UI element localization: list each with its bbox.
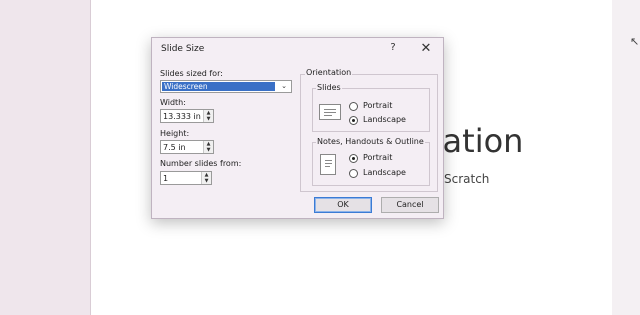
- chevron-down-icon[interactable]: ⌄: [277, 81, 291, 92]
- height-spinner[interactable]: 7.5 in ▲ ▼: [160, 140, 214, 154]
- slide-thumbnail-pane[interactable]: [0, 0, 91, 315]
- powerpoint-window: ↖ tation Scratch Slide Size ? ✕ Slides s…: [0, 0, 640, 315]
- number-slides-from-value: 1: [163, 174, 169, 183]
- slides-landscape-radio[interactable]: [349, 116, 358, 125]
- height-label: Height:: [160, 129, 190, 138]
- width-value: 13.333 in: [163, 112, 201, 121]
- slide-subtitle-text[interactable]: Scratch: [444, 172, 489, 186]
- slide-size-dialog: Slide Size ? ✕ Slides sized for: Widescr…: [151, 37, 444, 219]
- width-spinner[interactable]: 13.333 in ▲ ▼: [160, 109, 214, 123]
- slides-sized-for-select[interactable]: Widescreen ⌄: [160, 80, 292, 93]
- close-icon[interactable]: ✕: [418, 41, 434, 57]
- width-spin-buttons[interactable]: ▲ ▼: [203, 110, 213, 122]
- slides-sized-for-value: Widescreen: [162, 82, 275, 91]
- notes-landscape-label[interactable]: Landscape: [363, 168, 406, 177]
- spin-down-icon[interactable]: ▼: [202, 178, 211, 184]
- dialog-title: Slide Size: [161, 44, 205, 54]
- portrait-page-icon: [320, 154, 336, 175]
- slides-portrait-radio[interactable]: [349, 102, 358, 111]
- notes-landscape-radio[interactable]: [349, 169, 358, 178]
- number-slides-from-label: Number slides from:: [160, 159, 242, 168]
- orientation-label: Orientation: [305, 68, 353, 77]
- notes-portrait-radio[interactable]: [349, 154, 358, 163]
- ok-button[interactable]: OK: [314, 197, 372, 213]
- height-spin-buttons[interactable]: ▲ ▼: [203, 141, 213, 153]
- cancel-button[interactable]: Cancel: [381, 197, 439, 213]
- width-label: Width:: [160, 98, 186, 107]
- spin-down-icon[interactable]: ▼: [204, 147, 213, 153]
- mouse-cursor-icon: ↖: [630, 35, 640, 48]
- slides-portrait-label[interactable]: Portrait: [363, 101, 392, 110]
- notes-portrait-label[interactable]: Portrait: [363, 153, 392, 162]
- height-value: 7.5 in: [163, 143, 186, 152]
- spin-down-icon[interactable]: ▼: [204, 116, 213, 122]
- number-spin-buttons[interactable]: ▲ ▼: [201, 172, 211, 184]
- help-icon[interactable]: ?: [386, 42, 400, 56]
- slides-group-label: Slides: [316, 83, 342, 92]
- slides-landscape-label[interactable]: Landscape: [363, 115, 406, 124]
- slide-title-text[interactable]: tation: [430, 122, 523, 160]
- number-slides-from-spinner[interactable]: 1 ▲ ▼: [160, 171, 212, 185]
- landscape-page-icon: [319, 104, 341, 120]
- notes-group-label: Notes, Handouts & Outline: [316, 137, 425, 146]
- slides-sized-for-label: Slides sized for:: [160, 69, 223, 78]
